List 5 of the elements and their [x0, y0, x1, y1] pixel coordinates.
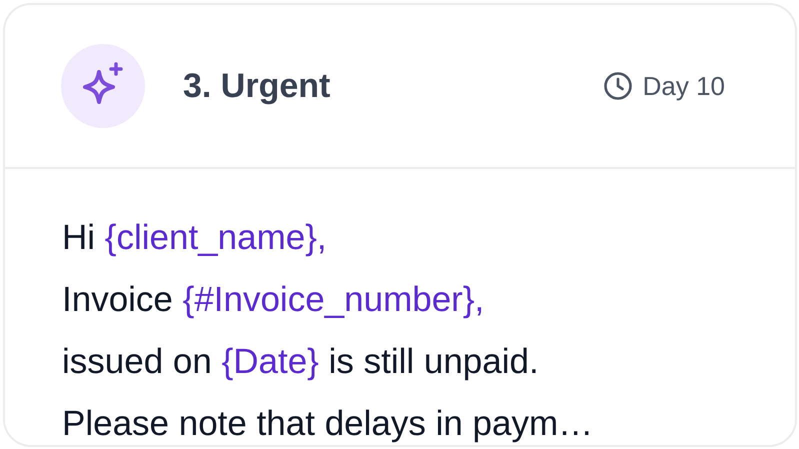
day-label: Day 10	[642, 70, 725, 102]
sparkle-icon	[61, 44, 145, 128]
message-text: Hi {client_name}, Invoice {#Invoice_number}, issued on {Date} is still unpaid. Please note that delays in paym…	[61, 217, 594, 445]
step-title: 3. Urgent	[183, 66, 332, 106]
clock-icon	[602, 71, 633, 101]
